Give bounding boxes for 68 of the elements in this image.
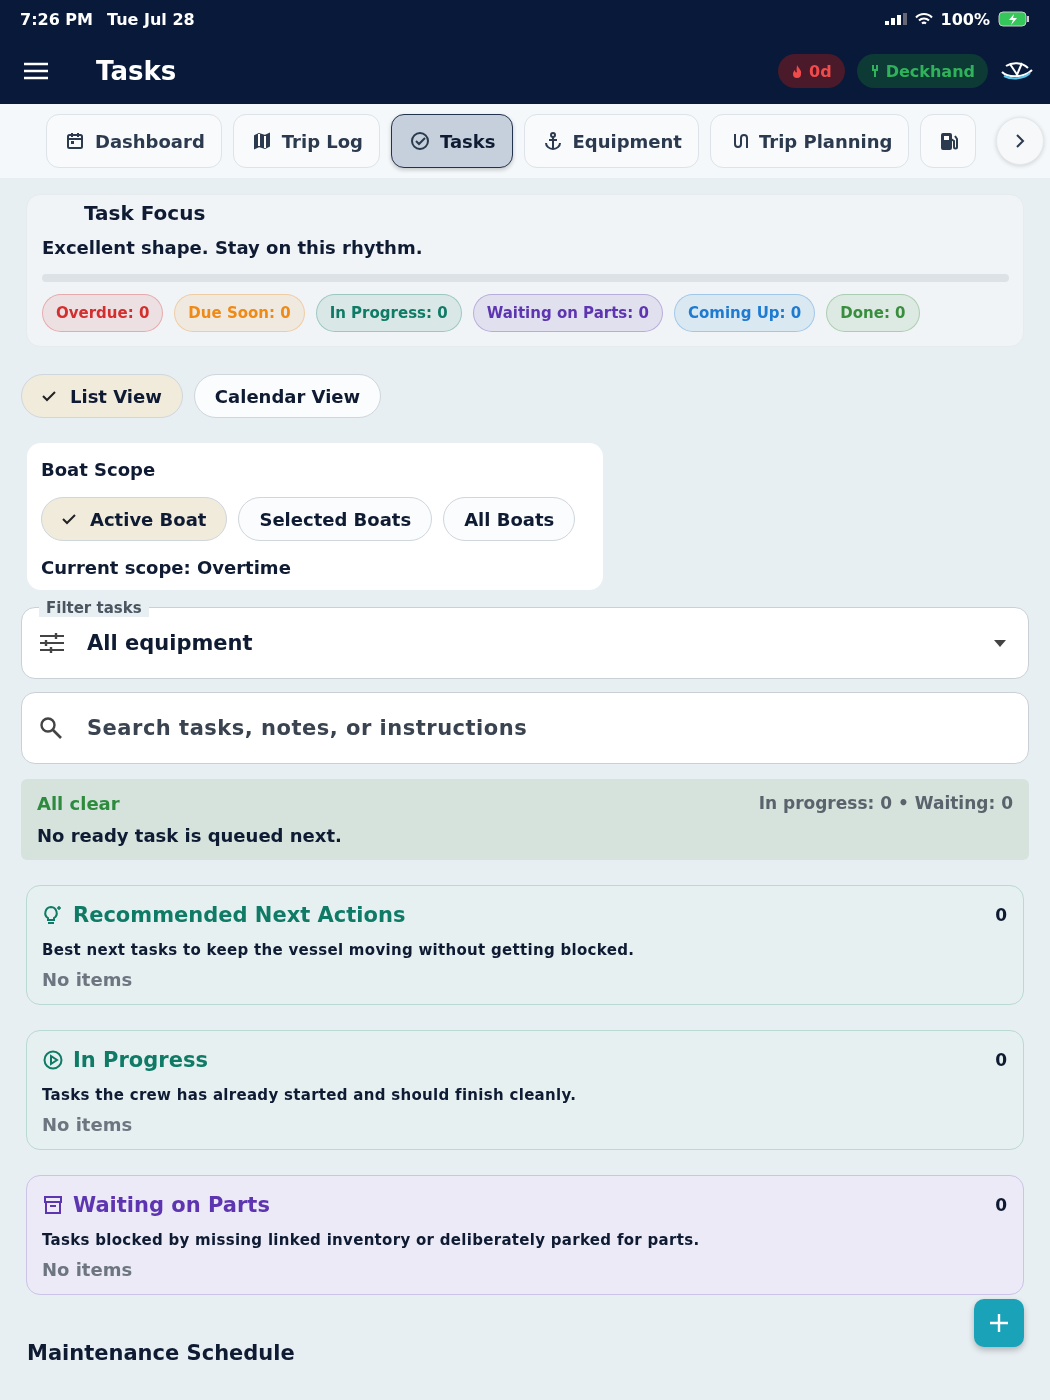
page-title: Tasks bbox=[96, 56, 177, 86]
streak-badge: 0d bbox=[778, 54, 845, 88]
fuel-pump-icon bbox=[939, 131, 960, 151]
search-input[interactable]: Search tasks, notes, or instructions bbox=[85, 715, 1006, 741]
scope-option[interactable]: All Boats bbox=[443, 497, 576, 541]
battery-charging-icon bbox=[998, 11, 1030, 27]
role-badge: Deckhand bbox=[856, 54, 988, 88]
banner-counts: In progress: 0 • Waiting: 0 bbox=[758, 793, 1013, 814]
nav-tab[interactable] bbox=[920, 114, 977, 168]
section-count: 0 bbox=[995, 905, 1007, 925]
check-circle-icon bbox=[410, 131, 430, 151]
scope-title: Boat Scope bbox=[41, 459, 157, 480]
search-field[interactable]: Search tasks, notes, or instructions bbox=[21, 692, 1029, 764]
checkmark-icon bbox=[62, 513, 76, 525]
plus-icon bbox=[989, 1313, 1009, 1333]
section-count: 0 bbox=[995, 1050, 1007, 1070]
play-circle-icon bbox=[42, 1049, 64, 1071]
view-toggle[interactable]: Calendar View bbox=[193, 374, 382, 418]
banner-title: All clear bbox=[37, 793, 120, 814]
view-toggle[interactable]: List View bbox=[21, 374, 183, 418]
filter-label: Filter tasks bbox=[39, 599, 149, 617]
add-button[interactable] bbox=[974, 1299, 1024, 1347]
nav-tab[interactable]: Trip Planning bbox=[709, 114, 910, 168]
count-chip: Done: 0 bbox=[826, 294, 920, 332]
status-time: 7:26 PM bbox=[20, 9, 93, 29]
empty-message: No items bbox=[42, 969, 134, 990]
wifi-icon bbox=[914, 12, 933, 26]
menu-button[interactable] bbox=[22, 60, 50, 82]
section-count: 0 bbox=[995, 1195, 1007, 1215]
sliders-icon bbox=[39, 632, 65, 654]
current-scope: Current scope: Overtime bbox=[41, 557, 292, 578]
empty-message: No items bbox=[42, 1114, 134, 1135]
focus-message: Excellent shape. Stay on this rhythm. bbox=[42, 237, 424, 258]
search-icon bbox=[39, 716, 63, 740]
count-chip: Overdue: 0 bbox=[42, 294, 164, 332]
count-chip: Coming Up: 0 bbox=[673, 294, 816, 332]
section-description: Tasks blocked by missing linked inventory or deliberately parked for parts. bbox=[42, 1231, 701, 1249]
signal-icon bbox=[884, 13, 907, 25]
count-chip: In Progress: 0 bbox=[315, 294, 462, 332]
anchor-icon bbox=[542, 131, 563, 151]
scope-option[interactable]: Selected Boats bbox=[238, 497, 433, 541]
nav-tab[interactable]: Tasks bbox=[391, 114, 513, 168]
empty-message: No items bbox=[42, 1259, 134, 1280]
scope-option[interactable]: Active Boat bbox=[41, 497, 228, 541]
dropdown-caret-icon bbox=[994, 639, 1006, 647]
nav-tab[interactable]: Dashboard bbox=[46, 114, 222, 168]
archive-box-icon bbox=[42, 1194, 64, 1216]
battery-percent: 100% bbox=[940, 9, 990, 29]
focus-title: Task Focus bbox=[84, 201, 207, 225]
chevron-right-icon bbox=[1015, 134, 1025, 148]
status-date: Tue Jul 28 bbox=[107, 9, 195, 29]
section-title: In Progress bbox=[73, 1048, 208, 1072]
schedule-heading: Maintenance Schedule bbox=[27, 1341, 295, 1365]
calendar-icon bbox=[65, 131, 85, 151]
section-title: Recommended Next Actions bbox=[73, 903, 406, 927]
map-icon bbox=[251, 131, 272, 151]
lightbulb-icon bbox=[42, 904, 64, 926]
count-chip: Due Soon: 0 bbox=[174, 294, 305, 332]
nav-tab[interactable]: Trip Log bbox=[232, 114, 380, 168]
section-title: Waiting on Parts bbox=[73, 1193, 270, 1217]
section-description: Best next tasks to keep the vessel moving without getting blocked. bbox=[42, 941, 636, 959]
section-description: Tasks the crew has already started and should finish cleanly. bbox=[42, 1086, 578, 1104]
banner-message: No ready task is queued next. bbox=[37, 825, 343, 846]
checkmark-icon bbox=[42, 390, 56, 402]
nav-tab[interactable]: Equipment bbox=[523, 114, 699, 168]
boat-logo-icon[interactable] bbox=[1000, 60, 1034, 82]
filter-value: All equipment bbox=[87, 631, 253, 655]
count-chip: Waiting on Parts: 0 bbox=[472, 294, 663, 332]
